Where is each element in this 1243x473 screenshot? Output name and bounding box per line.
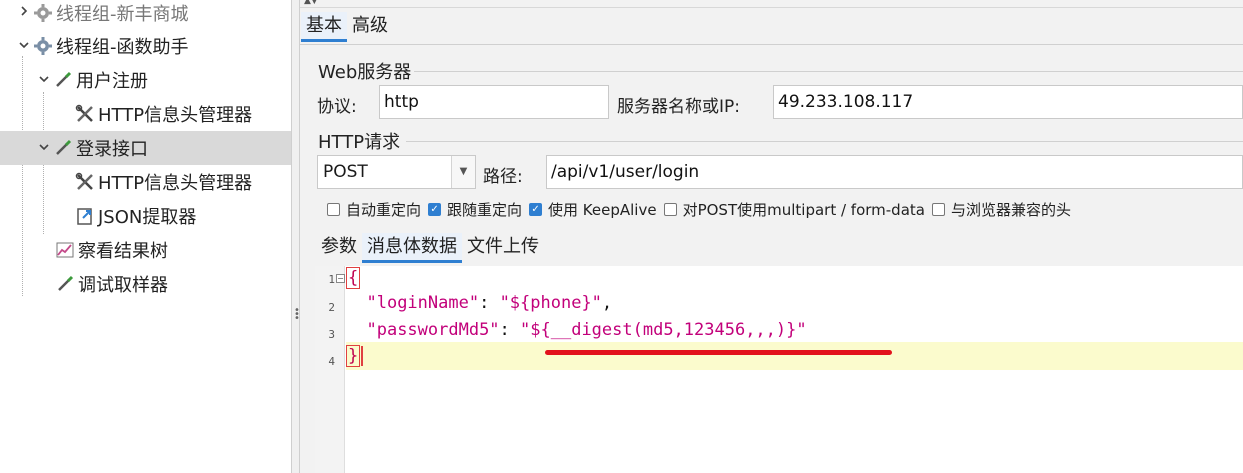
tree-item-debug-sampler[interactable]: 调试取样器	[54, 267, 168, 301]
path-field[interactable]: /api/v1/user/login	[546, 155, 1243, 189]
auto-redirect-checkbox[interactable]: 自动重定向	[327, 199, 421, 220]
body-tabs: 参数 消息体数据 文件上传	[316, 233, 544, 263]
json-key: "loginName"	[366, 293, 480, 313]
line-number: 2	[328, 301, 335, 314]
section-divider	[406, 141, 1243, 142]
check-icon[interactable]: ✓	[428, 203, 442, 216]
tab-divider	[300, 44, 1243, 45]
tree-item-json-extractor[interactable]: JSON提取器	[74, 199, 196, 233]
keepalive-checkbox[interactable]: ✓ 使用 KeepAlive	[529, 199, 657, 220]
line-number: 3	[328, 328, 335, 341]
collapse-arrows-icon[interactable]: ▲▼	[304, 0, 318, 6]
code-line-4: }	[346, 342, 364, 370]
open-brace: {	[346, 267, 361, 289]
checkbox-label: 对POST使用multipart / form-data	[682, 201, 925, 219]
method-select[interactable]: POST ▼	[317, 155, 476, 189]
tree-item-label: JSON提取器	[98, 207, 197, 228]
chevron-right-icon[interactable]	[16, 5, 32, 21]
json-key: "passwordMd5"	[366, 320, 500, 340]
line-number-gutter: 1 − 2 3 4	[315, 266, 345, 473]
chevron-down-icon[interactable]	[16, 39, 32, 54]
test-plan-tree: 线程组-新丰商城 线程组-函数助手 用户注册 HTTP信息头管理器 登录接口 H…	[0, 0, 291, 473]
tree-item-http-header-manager[interactable]: HTTP信息头管理器	[74, 97, 252, 131]
tree-item-label: 用户注册	[76, 71, 148, 92]
text-cursor	[361, 346, 364, 366]
body-data-editor[interactable]: 1 − 2 3 4 { "loginName": "${phone}", "pa…	[315, 266, 1243, 473]
tab-parameters[interactable]: 参数	[316, 233, 362, 263]
tree-guide-line	[43, 160, 44, 234]
tree-guide-line	[43, 92, 44, 136]
protocol-label: 协议:	[317, 97, 357, 117]
tree-item-label: 线程组-函数助手	[56, 37, 189, 58]
pipette-icon	[52, 137, 74, 159]
gear-icon	[32, 35, 54, 57]
json-separator: :	[499, 320, 521, 340]
main-tabs: 基本 高级	[301, 12, 393, 42]
checkbox-label: 使用 KeepAlive	[548, 201, 657, 219]
code-line-3: "passwordMd5": "${__digest(md5,123456,,,…	[346, 316, 807, 344]
options-row: 自动重定向 ✓ 跟随重定向 ✓ 使用 KeepAlive 对POST使用mult…	[327, 199, 1078, 220]
checkbox-box[interactable]	[663, 203, 677, 216]
tree-item-label: 调试取样器	[78, 275, 168, 296]
web-server-title: Web服务器	[318, 62, 412, 83]
checkbox-box[interactable]	[931, 203, 945, 216]
chart-icon	[54, 239, 76, 261]
tree-item-user-register[interactable]: 用户注册	[36, 63, 148, 97]
chevron-down-icon[interactable]	[36, 73, 52, 88]
browser-compatible-headers-checkbox[interactable]: 与浏览器兼容的头	[931, 199, 1071, 220]
wrench-icon	[74, 171, 96, 193]
http-request-title: HTTP请求	[318, 132, 401, 153]
fold-toggle-icon[interactable]: −	[336, 274, 345, 283]
tree-item-thread-group-mall[interactable]: 线程组-新丰商城	[16, 0, 189, 30]
tree-item-label: HTTP信息头管理器	[98, 173, 253, 194]
server-field[interactable]: 49.233.108.117	[773, 85, 1243, 119]
method-value: POST	[323, 162, 368, 182]
extractor-icon	[74, 205, 96, 227]
checkbox-box[interactable]	[327, 203, 340, 216]
pipette-icon	[52, 69, 74, 91]
section-divider	[414, 71, 1243, 72]
tree-item-label: 线程组-新丰商城	[56, 4, 189, 25]
json-separator: :	[479, 293, 500, 313]
more-icon[interactable]: •••	[1126, 0, 1147, 5]
tab-file-upload[interactable]: 文件上传	[462, 233, 544, 263]
server-label: 服务器名称或IP:	[617, 97, 740, 117]
json-comma: ,	[601, 293, 613, 313]
tab-body-data[interactable]: 消息体数据	[362, 233, 462, 263]
pipette-icon	[54, 273, 76, 295]
tree-item-thread-group-functions[interactable]: 线程组-函数助手	[16, 29, 189, 63]
tree-item-view-results-tree[interactable]: 察看结果树	[54, 233, 168, 267]
tree-item-http-header-manager[interactable]: HTTP信息头管理器	[74, 165, 252, 199]
red-annotation-underline	[545, 350, 892, 355]
tree-item-label: 察看结果树	[78, 241, 168, 262]
chevron-down-icon[interactable]	[36, 141, 52, 156]
close-brace: }	[346, 345, 361, 367]
collapse-strip: ▲▼ •••	[300, 0, 1243, 8]
tab-advanced[interactable]: 高级	[347, 12, 393, 42]
path-label: 路径:	[483, 167, 523, 187]
multipart-checkbox[interactable]: 对POST使用multipart / form-data	[663, 199, 925, 220]
tree-item-label: 登录接口	[76, 139, 148, 160]
check-icon[interactable]: ✓	[529, 203, 543, 216]
code-line-2: "loginName": "${phone}",	[346, 289, 612, 317]
panel-splitter[interactable]: • • •	[291, 0, 300, 473]
checkbox-label: 与浏览器兼容的头	[950, 201, 1071, 219]
wrench-icon	[74, 103, 96, 125]
code-line-1: {	[346, 264, 361, 292]
tree-guide-line	[22, 56, 23, 296]
protocol-field[interactable]: http	[379, 85, 609, 119]
checkbox-label: 自动重定向	[346, 201, 422, 219]
follow-redirect-checkbox[interactable]: ✓ 跟随重定向	[428, 199, 522, 220]
gear-icon	[32, 2, 54, 24]
current-line-highlight	[346, 342, 1243, 370]
line-number: 1	[328, 273, 335, 286]
line-number: 4	[328, 355, 335, 368]
tree-item-label: HTTP信息头管理器	[98, 105, 253, 126]
chevron-down-icon[interactable]: ▼	[451, 156, 475, 188]
checkbox-label: 跟随重定向	[447, 201, 523, 219]
json-value: "${phone}"	[499, 293, 602, 313]
tab-basic[interactable]: 基本	[301, 12, 347, 42]
json-value: "${__digest(md5,123456,,,)}"	[520, 320, 807, 340]
tree-item-login-api[interactable]: 登录接口	[0, 131, 291, 165]
